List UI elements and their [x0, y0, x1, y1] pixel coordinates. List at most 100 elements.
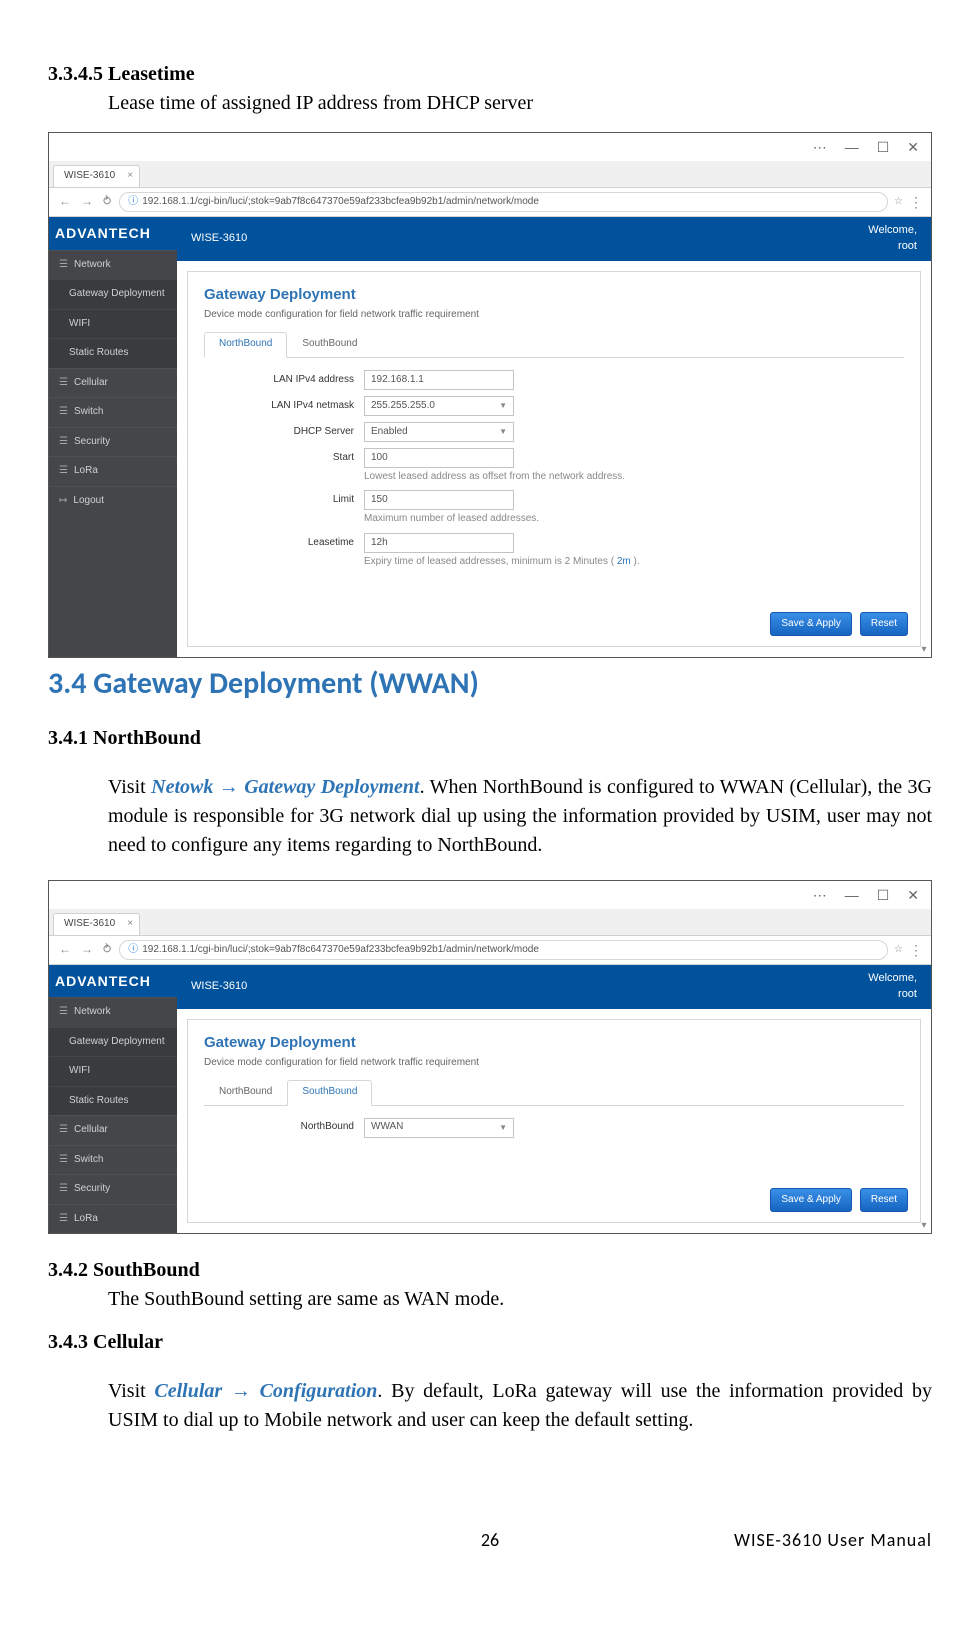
value: Enabled — [371, 425, 408, 440]
maximize-icon: ☐ — [877, 137, 890, 157]
sidebar-item-static[interactable]: Static Routes — [49, 1086, 177, 1116]
value: 192.168.1.1 — [371, 373, 424, 388]
input-lan-ip[interactable]: 192.168.1.1 — [364, 370, 514, 390]
tab-southbound[interactable]: SouthBound — [287, 332, 372, 357]
sidebar-label: Cellular — [74, 1123, 108, 1138]
sidebar-item-security[interactable]: ☰Security — [49, 1174, 177, 1204]
tab-close-icon[interactable]: × — [127, 917, 133, 932]
sidebar-item-cellular[interactable]: ☰ Cellular — [49, 1115, 177, 1145]
hint-link[interactable]: 2m — [617, 556, 631, 567]
forward-icon[interactable]: → — [79, 941, 95, 958]
browser-menu-icon[interactable]: ⋮ — [909, 192, 923, 212]
sidebar-label: Static Routes — [69, 346, 128, 361]
dots-icon: ⋯ — [813, 885, 827, 905]
sidebar-item-wifi[interactable]: WIFI — [49, 309, 177, 339]
value: 150 — [371, 493, 388, 508]
sidebar-label: Gateway Deployment — [69, 287, 165, 302]
sidebar-item-cellular[interactable]: ☰Cellular — [49, 368, 177, 398]
back-icon[interactable]: ← — [57, 193, 73, 210]
sidebar-label: WIFI — [69, 1064, 90, 1079]
content-subtitle: Device mode configuration for field netw… — [204, 308, 904, 323]
tab-close-icon[interactable]: × — [127, 169, 133, 184]
window-controls: ⋯ — ☐ ✕ — [49, 881, 931, 909]
site-info-icon: ⓘ — [128, 943, 138, 958]
sidebar-item-gwdep[interactable]: Gateway Deployment — [49, 279, 177, 309]
url-text: 192.168.1.1/cgi-bin/luci/;stok=9ab7f8c64… — [142, 195, 539, 210]
input-start[interactable]: 100 — [364, 448, 514, 468]
label-leasetime: Leasetime — [204, 536, 364, 551]
sidebar-item-network[interactable]: ☰Network — [49, 997, 177, 1027]
tab-southbound[interactable]: SouthBound — [287, 1080, 372, 1106]
label-start: Start — [204, 451, 364, 466]
bookmark-icon[interactable]: ☆ — [894, 943, 903, 958]
browser-tab[interactable]: WISE-3610 × — [53, 165, 140, 187]
reload-icon[interactable]: ⥁ — [101, 941, 113, 958]
minimize-icon: — — [845, 137, 859, 157]
bookmark-icon[interactable]: ☆ — [894, 195, 903, 210]
heading-343: 3.4.3 Cellular — [48, 1328, 932, 1357]
save-apply-button[interactable]: Save & Apply — [770, 612, 851, 637]
caret-icon: ▼ — [499, 400, 507, 412]
back-icon[interactable]: ← — [57, 941, 73, 958]
browser-menu-icon[interactable]: ⋮ — [909, 940, 923, 960]
address-bar[interactable]: ⓘ 192.168.1.1/cgi-bin/luci/;stok=9ab7f8c… — [119, 940, 888, 961]
label-northbound: NorthBound — [204, 1120, 364, 1135]
sidebar-item-wifi[interactable]: WIFI — [49, 1056, 177, 1086]
sidebar-item-gwdep[interactable]: Gateway Deployment — [49, 1027, 177, 1057]
sidebar-item-lora[interactable]: ☰LoRa — [49, 1204, 177, 1234]
desc-343: Visit Cellular → Configuration. By defau… — [48, 1377, 932, 1435]
user-text: root — [898, 988, 917, 1000]
save-apply-button[interactable]: Save & Apply — [770, 1188, 851, 1213]
nav-reference: Cellular → Configuration — [154, 1380, 377, 1402]
welcome-text: Welcome, — [868, 972, 917, 984]
screenshot-1: ⋯ — ☐ ✕ WISE-3610 × ← → ⥁ ⓘ 192.168.1.1/… — [48, 132, 932, 658]
list-icon: ☰ — [59, 1123, 68, 1138]
sidebar-item-static[interactable]: Static Routes — [49, 338, 177, 368]
welcome-text: Welcome, — [868, 224, 917, 236]
scroll-indicator-icon: ▾ — [917, 643, 931, 657]
tab-northbound[interactable]: NorthBound — [204, 1080, 287, 1105]
nav-reference: Netowk → Gateway Deployment — [151, 776, 419, 798]
browser-tab[interactable]: WISE-3610 × — [53, 913, 140, 935]
brand-logo: ADVANTECH — [49, 965, 177, 997]
site-info-icon: ⓘ — [128, 195, 138, 210]
topbar-title: WISE-3610 — [191, 231, 247, 247]
desc-3345: Lease time of assigned IP address from D… — [48, 89, 932, 118]
select-dhcp[interactable]: Enabled ▼ — [364, 422, 514, 442]
forward-icon[interactable]: → — [79, 193, 95, 210]
sidebar-label: LoRa — [74, 1212, 98, 1227]
input-leasetime[interactable]: 12h — [364, 533, 514, 553]
desc-341: Visit Netowk → Gateway Deployment. When … — [48, 773, 932, 860]
sidebar-item-lora[interactable]: ☰LoRa — [49, 456, 177, 486]
sidebar-label: Static Routes — [69, 1094, 128, 1109]
sidebar-label: WIFI — [69, 317, 90, 332]
sidebar-label: Logout — [73, 494, 104, 509]
reset-button[interactable]: Reset — [860, 1188, 908, 1213]
reset-button[interactable]: Reset — [860, 612, 908, 637]
browser-tab-title: WISE-3610 — [64, 170, 115, 181]
browser-tab-title: WISE-3610 — [64, 918, 115, 929]
caret-icon: ▼ — [499, 426, 507, 438]
address-bar[interactable]: ⓘ 192.168.1.1/cgi-bin/luci/;stok=9ab7f8c… — [119, 192, 888, 213]
sidebar-label: Network — [74, 1005, 111, 1020]
input-limit[interactable]: 150 — [364, 490, 514, 510]
sidebar-item-logout[interactable]: ↦Logout — [49, 486, 177, 516]
user-text: root — [898, 240, 917, 252]
label-dhcp: DHCP Server — [204, 425, 364, 440]
select-northbound[interactable]: WWAN▼ — [364, 1118, 514, 1138]
text: Visit — [108, 1380, 154, 1402]
value: WWAN — [371, 1120, 403, 1135]
url-text: 192.168.1.1/cgi-bin/luci/;stok=9ab7f8c64… — [142, 943, 539, 958]
select-lan-netmask[interactable]: 255.255.255.0 ▼ — [364, 396, 514, 416]
sidebar-item-network[interactable]: ☰Network — [49, 250, 177, 280]
heading-342: 3.4.2 SouthBound — [48, 1256, 932, 1285]
value: 255.255.255.0 — [371, 399, 435, 414]
sidebar-item-switch[interactable]: ☰Switch — [49, 1145, 177, 1175]
sidebar-item-switch[interactable]: ☰Switch — [49, 397, 177, 427]
scroll-indicator-icon: ▾ — [917, 1219, 931, 1233]
tab-northbound[interactable]: NorthBound — [204, 332, 287, 358]
doc-title-footer: WISE-3610 User Manual — [640, 1529, 932, 1551]
desc-342: The SouthBound setting are same as WAN m… — [48, 1285, 932, 1314]
reload-icon[interactable]: ⥁ — [101, 193, 113, 210]
sidebar-item-security[interactable]: ☰Security — [49, 427, 177, 457]
